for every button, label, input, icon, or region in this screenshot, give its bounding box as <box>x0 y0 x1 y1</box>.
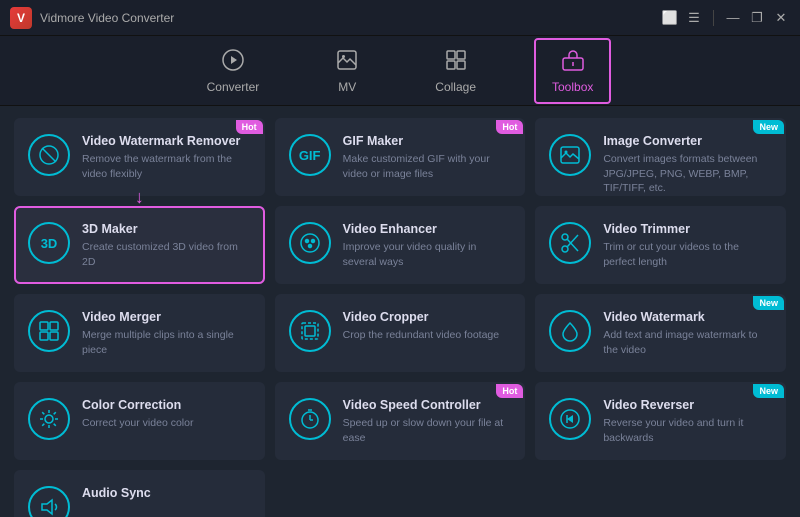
tool-info-video-enhancer: Video Enhancer Improve your video qualit… <box>343 222 512 269</box>
tool-card-video-cropper[interactable]: Video Cropper Crop the redundant video f… <box>275 294 526 372</box>
tool-name-audio-sync: Audio Sync <box>82 486 251 500</box>
tool-icon-audio-sync <box>28 486 70 517</box>
tool-icon-video-trimmer <box>549 222 591 264</box>
tool-desc-3d-maker: Create customized 3D video from 2D <box>82 240 251 269</box>
tool-name-image-converter: Image Converter <box>603 134 772 148</box>
arrow-indicator: ↓ <box>135 187 144 208</box>
menu-button[interactable]: ☰ <box>685 9 703 27</box>
tool-name-video-enhancer: Video Enhancer <box>343 222 512 236</box>
tool-name-video-watermark: Video Watermark <box>603 310 772 324</box>
tool-desc-video-cropper: Crop the redundant video footage <box>343 328 512 343</box>
divider <box>713 10 714 26</box>
tool-desc-color-correction: Correct your video color <box>82 416 251 431</box>
title-bar: V Vidmore Video Converter ⬜ ☰ — ❐ ✕ <box>0 0 800 36</box>
tool-info-image-converter: Image Converter Convert images formats b… <box>603 134 772 196</box>
tool-desc-video-enhancer: Improve your video quality in several wa… <box>343 240 512 269</box>
tool-info-video-speed-controller: Video Speed Controller Speed up or slow … <box>343 398 512 445</box>
tool-card-video-speed-controller[interactable]: Hot Video Speed Controller Speed up or s… <box>275 382 526 460</box>
tool-icon-video-reverser <box>549 398 591 440</box>
toolbox-tab-icon <box>561 48 585 76</box>
tool-card-video-enhancer[interactable]: Video Enhancer Improve your video qualit… <box>275 206 526 284</box>
tool-icon-video-cropper <box>289 310 331 352</box>
tool-icon-3d-maker: 3D <box>28 222 70 264</box>
tool-card-3d-maker[interactable]: 3D 3D Maker Create customized 3D video f… <box>14 206 265 284</box>
tool-desc-video-speed-controller: Speed up or slow down your file at ease <box>343 416 512 445</box>
tool-badge-gif-maker: Hot <box>496 120 523 134</box>
toolbox-tab-label: Toolbox <box>552 80 593 94</box>
title-bar-left: V Vidmore Video Converter <box>10 7 174 29</box>
tool-icon-color-correction <box>28 398 70 440</box>
tool-desc-video-reverser: Reverse your video and turn it backwards <box>603 416 772 445</box>
tool-info-audio-sync: Audio Sync <box>82 486 251 504</box>
tool-desc-video-trimmer: Trim or cut your videos to the perfect l… <box>603 240 772 269</box>
title-bar-controls: ⬜ ☰ — ❐ ✕ <box>661 9 790 27</box>
close-button[interactable]: ✕ <box>772 9 790 27</box>
title-bar-title: Vidmore Video Converter <box>40 11 174 25</box>
tool-icon-video-watermark <box>549 310 591 352</box>
tool-badge-video-watermark-remover: Hot <box>236 120 263 134</box>
tool-name-video-reverser: Video Reverser <box>603 398 772 412</box>
tool-card-gif-maker[interactable]: Hot GIF GIF Maker Make customized GIF wi… <box>275 118 526 196</box>
tool-name-gif-maker: GIF Maker <box>343 134 512 148</box>
tool-info-3d-maker: 3D Maker Create customized 3D video from… <box>82 222 251 269</box>
converter-tab-label: Converter <box>207 80 260 94</box>
tool-icon-video-speed-controller <box>289 398 331 440</box>
toolbox-grid: Hot Video Watermark Remover Remove the w… <box>0 106 800 517</box>
nav-tabs: Converter MV Collage Toolbox <box>0 36 800 106</box>
tool-desc-video-merger: Merge multiple clips into a single piece <box>82 328 251 357</box>
tool-card-color-correction[interactable]: Color Correction Correct your video colo… <box>14 382 265 460</box>
tool-info-video-watermark-remover: Video Watermark Remover Remove the water… <box>82 134 251 181</box>
tool-card-video-watermark-remover[interactable]: Hot Video Watermark Remover Remove the w… <box>14 118 265 196</box>
tool-card-video-trimmer[interactable]: Video Trimmer Trim or cut your videos to… <box>535 206 786 284</box>
mv-tab-icon <box>335 48 359 76</box>
tab-collage[interactable]: Collage <box>417 38 494 104</box>
tool-badge-video-reverser: New <box>753 384 784 398</box>
tool-icon-gif-maker: GIF <box>289 134 331 176</box>
collage-tab-icon <box>444 48 468 76</box>
tab-mv[interactable]: MV <box>317 38 377 104</box>
tool-card-video-merger[interactable]: Video Merger Merge multiple clips into a… <box>14 294 265 372</box>
tool-desc-video-watermark-remover: Remove the watermark from the video flex… <box>82 152 251 181</box>
minimize-button[interactable]: — <box>724 9 742 27</box>
tool-badge-image-converter: New <box>753 120 784 134</box>
tool-name-video-watermark-remover: Video Watermark Remover <box>82 134 251 148</box>
restore-button[interactable]: ❐ <box>748 9 766 27</box>
tool-icon-video-enhancer <box>289 222 331 264</box>
tool-card-audio-sync[interactable]: Audio Sync <box>14 470 265 517</box>
tool-info-video-cropper: Video Cropper Crop the redundant video f… <box>343 310 512 343</box>
tool-desc-gif-maker: Make customized GIF with your video or i… <box>343 152 512 181</box>
tool-name-video-cropper: Video Cropper <box>343 310 512 324</box>
converter-tab-icon <box>221 48 245 76</box>
tool-badge-video-speed-controller: Hot <box>496 384 523 398</box>
tool-card-video-reverser[interactable]: New Video Reverser Reverse your video an… <box>535 382 786 460</box>
collage-tab-label: Collage <box>435 80 476 94</box>
tool-info-video-watermark: Video Watermark Add text and image water… <box>603 310 772 357</box>
chat-button[interactable]: ⬜ <box>661 9 679 27</box>
tool-desc-video-watermark: Add text and image watermark to the vide… <box>603 328 772 357</box>
tool-info-video-trimmer: Video Trimmer Trim or cut your videos to… <box>603 222 772 269</box>
tool-info-video-reverser: Video Reverser Reverse your video and tu… <box>603 398 772 445</box>
tool-info-color-correction: Color Correction Correct your video colo… <box>82 398 251 431</box>
tab-converter[interactable]: Converter <box>189 38 278 104</box>
app-logo: V <box>10 7 32 29</box>
tool-icon-video-watermark-remover <box>28 134 70 176</box>
tool-name-color-correction: Color Correction <box>82 398 251 412</box>
mv-tab-label: MV <box>338 80 356 94</box>
tab-toolbox[interactable]: Toolbox <box>534 38 611 104</box>
tool-name-video-speed-controller: Video Speed Controller <box>343 398 512 412</box>
tool-name-video-merger: Video Merger <box>82 310 251 324</box>
tool-badge-video-watermark: New <box>753 296 784 310</box>
tool-info-gif-maker: GIF Maker Make customized GIF with your … <box>343 134 512 181</box>
tool-card-video-watermark[interactable]: New Video Watermark Add text and image w… <box>535 294 786 372</box>
tool-card-image-converter[interactable]: New Image Converter Convert images forma… <box>535 118 786 196</box>
tool-name-3d-maker: 3D Maker <box>82 222 251 236</box>
tool-info-video-merger: Video Merger Merge multiple clips into a… <box>82 310 251 357</box>
tool-desc-image-converter: Convert images formats between JPG/JPEG,… <box>603 152 772 196</box>
tool-name-video-trimmer: Video Trimmer <box>603 222 772 236</box>
tool-icon-image-converter <box>549 134 591 176</box>
tool-icon-video-merger <box>28 310 70 352</box>
